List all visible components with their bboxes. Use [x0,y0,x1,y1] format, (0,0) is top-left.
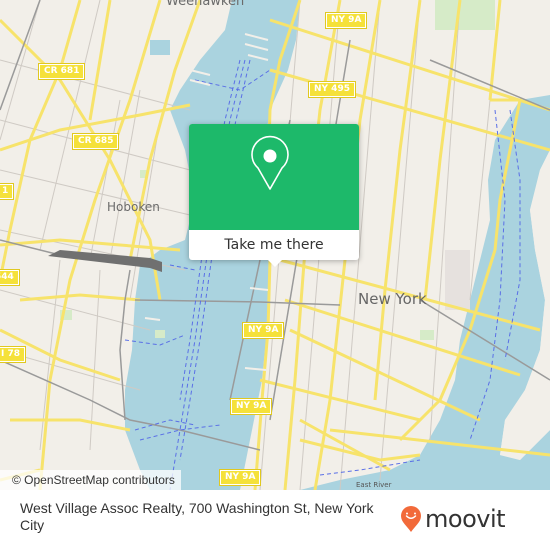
road-shield-ny9a: NY 9A [218,469,262,486]
road-shield-i78: I 78 [0,346,27,363]
road-shield-cr685: CR 685 [71,133,120,150]
destination-address: West Village Assoc Realty, 700 Washingto… [20,500,374,533]
road-shield-ny9a: NY 9A [324,12,368,29]
moovit-pin-icon [401,506,421,532]
road-shield-partial: 544 [0,269,20,286]
place-label-east-river: East River [356,481,392,489]
map-pin-icon [251,135,289,190]
road-shield-partial: 1 [0,183,15,200]
popup-tail [267,259,283,267]
place-label-weehawken: Weehawken [166,0,245,9]
road-shield-ny9a: NY 9A [241,322,285,339]
destination-popup: Take me there [189,124,359,267]
moovit-wordmark: moovit [425,505,506,533]
road-shield-ny495: NY 495 [308,81,356,98]
place-label-new-york: New York [358,290,427,308]
place-label-hoboken: Hoboken [107,200,160,214]
map[interactable]: Weehawken Hoboken New York East River CR… [0,0,550,490]
map-attribution[interactable]: © OpenStreetMap contributors [0,470,181,490]
moovit-logo[interactable]: moovit [400,504,506,534]
road-shield-cr681: CR 681 [37,63,86,80]
road-shield-ny9a: NY 9A [229,398,273,415]
take-me-there-button[interactable]: Take me there [189,230,359,260]
popup-header [189,124,359,230]
footer: West Village Assoc Realty, 700 Washingto… [0,490,550,550]
